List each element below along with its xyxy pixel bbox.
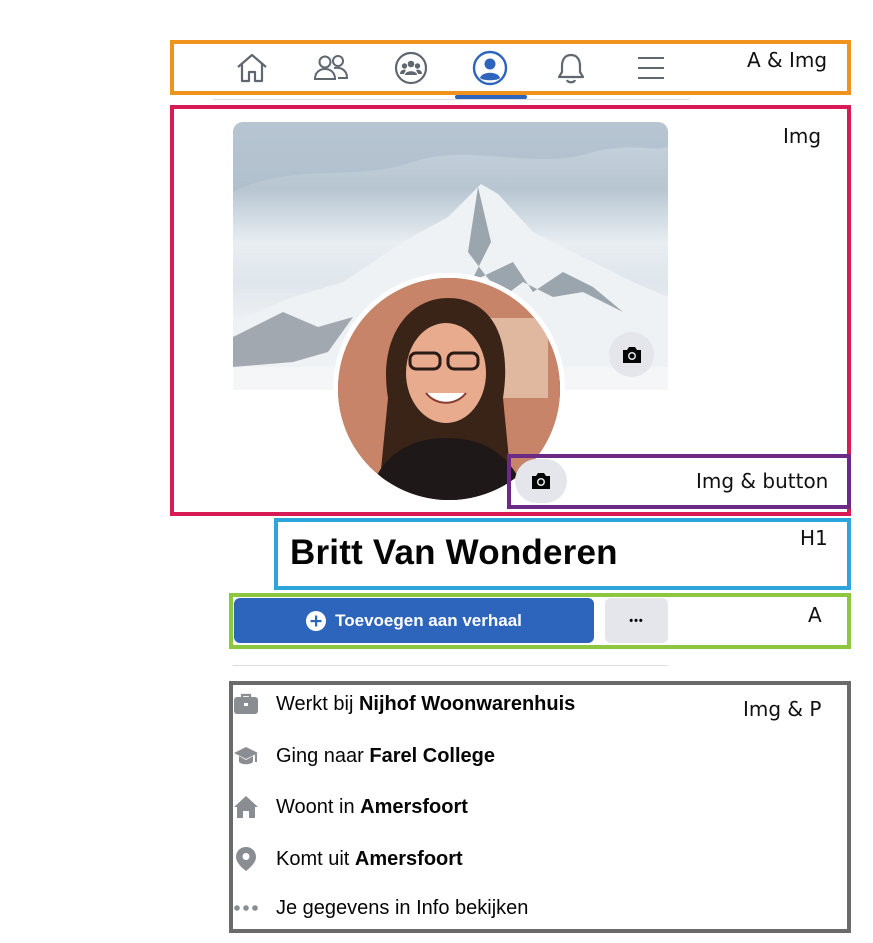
annotation-label-h1: H1 bbox=[800, 526, 828, 550]
annotation-box-a bbox=[229, 593, 851, 649]
annotation-label-cover: Img bbox=[783, 124, 822, 148]
annotation-box-h1 bbox=[274, 518, 851, 590]
nav-divider bbox=[213, 99, 689, 100]
annotation-label-info: Img & P bbox=[743, 697, 822, 721]
annotation-label-nav: A & Img bbox=[747, 48, 828, 72]
annotation-label-a: A bbox=[808, 603, 822, 627]
section-divider bbox=[233, 665, 668, 666]
annotation-label-camera: Img & button bbox=[696, 469, 829, 493]
